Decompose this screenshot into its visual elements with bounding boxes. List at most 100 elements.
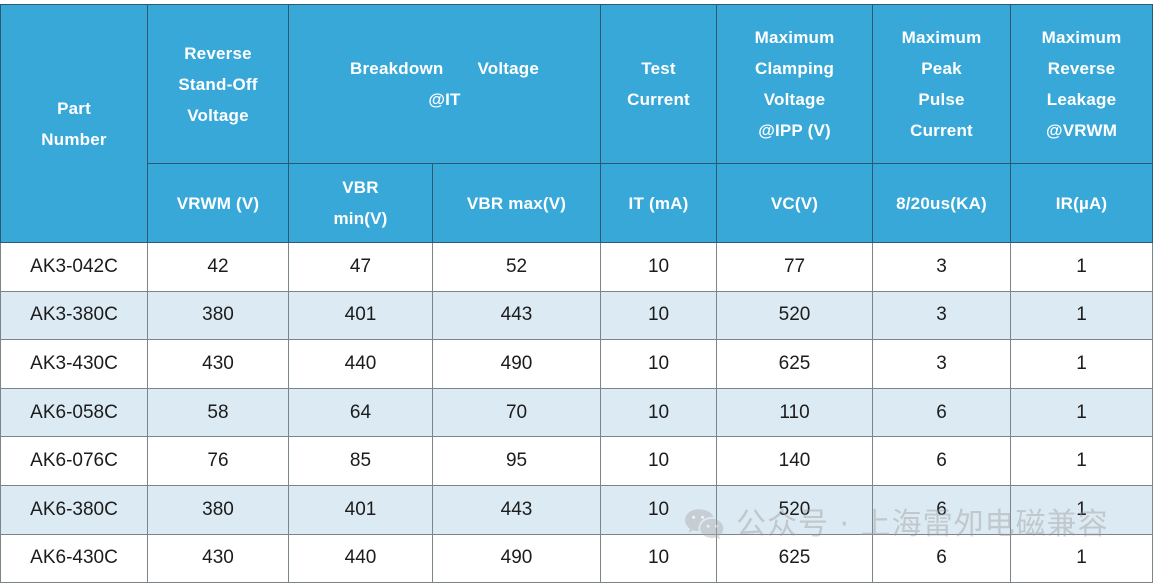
cell-vrwm: 430 — [147, 339, 289, 389]
cell-vc: 520 — [716, 484, 874, 535]
cell-vbr-min: 401 — [288, 484, 433, 535]
header-mpp-line2: Peak — [921, 59, 962, 78]
cell-ir: 1 — [1010, 387, 1154, 438]
cell-vbr-max: 95 — [431, 436, 602, 486]
header-test-current-line1: Test — [641, 59, 676, 78]
header-part-number-line2: Number — [41, 129, 107, 149]
header-max-clamping-voltage: Maximum Clamping Voltage @IPP (V) — [716, 4, 874, 164]
cell-it: 10 — [600, 242, 718, 292]
cell-it: 10 — [600, 290, 718, 341]
cell-vbr-max: 443 — [431, 290, 602, 341]
cell-vrwm: 430 — [147, 533, 289, 584]
header-unit-vbr-min: VBR min(V) — [288, 163, 433, 243]
header-reverse-standoff-voltage: Reverse Stand-Off Voltage — [147, 4, 289, 164]
header-rso-line2: Stand-Off — [178, 74, 258, 94]
header-unit-ipp: 8/20us(KA) — [872, 163, 1012, 243]
header-mrl-line4: @VRWM — [1045, 121, 1118, 140]
cell-vbr-max: 70 — [431, 387, 602, 438]
cell-vrwm: 76 — [147, 436, 289, 486]
cell-vc: 625 — [716, 533, 874, 584]
tvs-specification-table: Part Number Reverse Stand-Off Voltage Br… — [0, 4, 1154, 584]
header-breakdown-word2: Voltage — [477, 59, 539, 78]
header-unit-vrwm: VRWM (V) — [147, 163, 289, 243]
header-mcv-line2: Clamping — [754, 59, 835, 78]
cell-it: 10 — [600, 533, 718, 584]
header-breakdown-line2: @IT — [428, 90, 461, 109]
cell-ir: 1 — [1010, 242, 1154, 292]
page-root: 公众号 · 上海雷夘电磁兼容 Part Number Reverse Stand… — [0, 0, 1154, 584]
header-rso-line1: Reverse — [184, 43, 252, 63]
table-row: AK6-380C 380 401 443 10 520 6 1 — [0, 484, 1154, 535]
cell-vc: 140 — [716, 436, 874, 486]
cell-vbr-max: 52 — [431, 242, 602, 292]
cell-it: 10 — [600, 387, 718, 438]
table-header: Part Number Reverse Stand-Off Voltage Br… — [0, 4, 1154, 243]
cell-it: 10 — [600, 484, 718, 535]
header-mcv-line4: @IPP (V) — [758, 121, 831, 140]
header-unit-it: IT (mA) — [600, 163, 718, 243]
cell-vbr-max: 490 — [431, 533, 602, 584]
cell-part-number: AK3-380C — [0, 290, 148, 341]
cell-vrwm: 58 — [147, 387, 289, 438]
top-white-band — [0, 0, 1154, 4]
header-part-number: Part Number — [0, 4, 148, 243]
cell-ir: 1 — [1010, 290, 1154, 341]
cell-vrwm: 42 — [147, 242, 289, 292]
header-max-reverse-leakage: Maximum Reverse Leakage @VRWM — [1010, 4, 1154, 164]
cell-vbr-min: 47 — [288, 242, 433, 292]
header-part-number-line1: Part — [57, 98, 91, 118]
header-unit-ir: IR(µA) — [1010, 163, 1154, 243]
table-body: AK3-042C 42 47 52 10 77 3 1 AK3-380C 380 401 443 10 5… — [0, 242, 1154, 584]
header-unit-vc: VC(V) — [716, 163, 874, 243]
cell-ipp: 3 — [872, 242, 1012, 292]
table-row: AK6-430C 430 440 490 10 625 6 1 — [0, 533, 1154, 584]
cell-ipp: 3 — [872, 290, 1012, 341]
header-group-row: Part Number Reverse Stand-Off Voltage Br… — [0, 4, 1154, 243]
header-unit-vbr-min-line1: VBR — [342, 178, 379, 197]
cell-ir: 1 — [1010, 533, 1154, 584]
cell-ir: 1 — [1010, 484, 1154, 535]
header-test-current-line2: Current — [627, 90, 690, 109]
header-mrl-line1: Maximum — [1041, 28, 1122, 47]
cell-ipp: 6 — [872, 533, 1012, 584]
cell-ir: 1 — [1010, 436, 1154, 486]
cell-vbr-max: 490 — [431, 339, 602, 389]
cell-part-number: AK6-058C — [0, 387, 148, 438]
header-units-row: VRWM (V) VBR min(V) VBR max(V) IT (mA) V… — [1, 163, 1154, 243]
cell-vrwm: 380 — [147, 290, 289, 341]
cell-vc: 520 — [716, 290, 874, 341]
cell-part-number: AK6-380C — [0, 484, 148, 535]
header-unit-vbr-min-line2: min(V) — [333, 209, 388, 228]
cell-it: 10 — [600, 339, 718, 389]
header-mpp-line1: Maximum — [901, 28, 982, 47]
cell-vbr-min: 440 — [288, 533, 433, 584]
header-mcv-line1: Maximum — [754, 28, 835, 47]
cell-ipp: 6 — [872, 387, 1012, 438]
table-row: AK3-042C 42 47 52 10 77 3 1 — [0, 242, 1154, 292]
cell-part-number: AK3-430C — [0, 339, 148, 389]
header-breakdown-voltage: Breakdown Voltage @IT — [287, 4, 602, 164]
header-mpp-line4: Current — [910, 121, 973, 140]
table-row: AK3-380C 380 401 443 10 520 3 1 — [0, 290, 1154, 341]
header-max-peak-pulse-current: Maximum Peak Pulse Current — [872, 4, 1012, 164]
cell-vbr-max: 443 — [431, 484, 602, 535]
cell-vbr-min: 440 — [288, 339, 433, 389]
cell-ir: 1 — [1010, 339, 1154, 389]
table-row: AK3-430C 430 440 490 10 625 3 1 — [0, 339, 1154, 389]
cell-vbr-min: 64 — [288, 387, 433, 438]
cell-ipp: 6 — [872, 484, 1012, 535]
header-unit-vbr-max: VBR max(V) — [431, 163, 602, 243]
cell-it: 10 — [600, 436, 718, 486]
table-row: AK6-076C 76 85 95 10 140 6 1 — [0, 436, 1154, 486]
header-mrl-line2: Reverse — [1047, 59, 1116, 78]
cell-vc: 110 — [716, 387, 874, 438]
table-row: AK6-058C 58 64 70 10 110 6 1 — [0, 387, 1154, 438]
header-mpp-line3: Pulse — [918, 90, 965, 109]
cell-vc: 625 — [716, 339, 874, 389]
cell-ipp: 3 — [872, 339, 1012, 389]
cell-part-number: AK6-076C — [0, 436, 148, 486]
cell-vc: 77 — [716, 242, 874, 292]
cell-vrwm: 380 — [147, 484, 289, 535]
header-mrl-line3: Leakage — [1046, 90, 1117, 109]
cell-vbr-min: 85 — [288, 436, 433, 486]
